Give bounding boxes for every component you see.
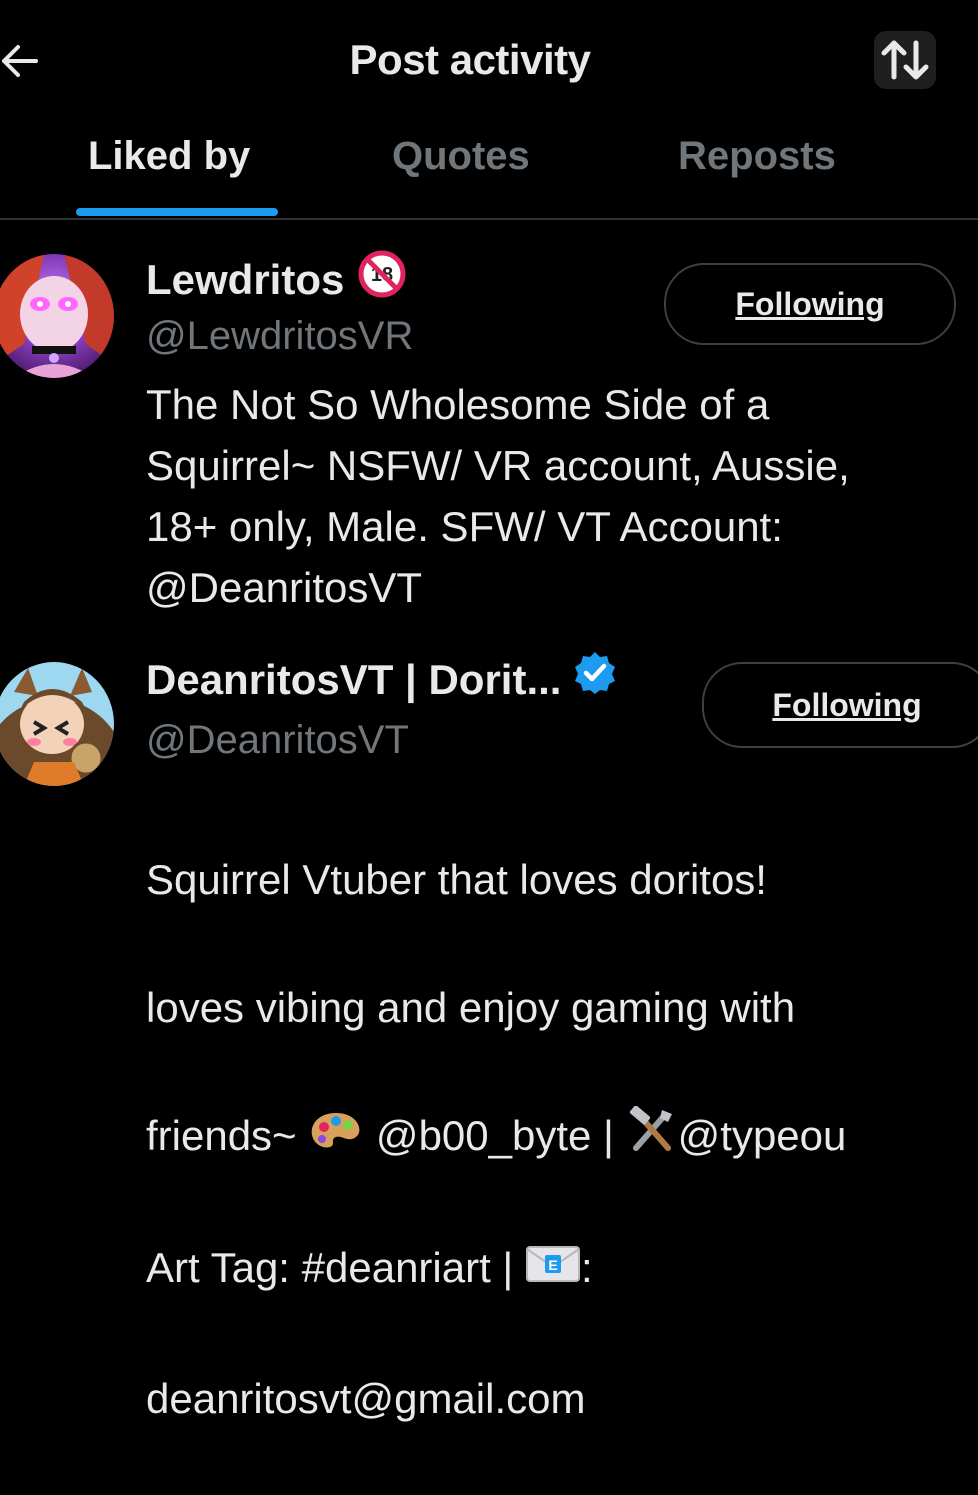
tab-liked-by[interactable]: Liked by <box>88 134 250 179</box>
user-row-deanritosvt[interactable]: DeanritosVT | Dorit... @DeanritosVT Foll… <box>0 650 978 1422</box>
avatar[interactable] <box>0 662 114 786</box>
activity-tabs: Liked by Quotes Reposts <box>0 120 978 220</box>
no-under-18-icon: 18 <box>358 250 406 308</box>
bio-text: Art Tag: #deanriart | <box>146 1243 526 1291</box>
display-name-text: Lewdritos <box>146 256 345 304</box>
user-row-lewdritos[interactable]: Lewdritos 18 @LewdritosVR Following The … <box>0 248 978 618</box>
user-bio: Squirrel Vtuber that loves doritos! love… <box>146 784 976 1495</box>
user-bio: The Not So Wholesome Side of a Squirrel~… <box>146 381 850 611</box>
page-title: Post activity <box>349 36 591 83</box>
verified-checkmark-icon <box>573 650 617 704</box>
user-handle[interactable]: @LewdritosVR <box>146 314 413 359</box>
bio-line: friends~ @b00_byte | @typeou <box>146 1104 976 1172</box>
following-button[interactable]: Following <box>664 263 956 345</box>
display-name[interactable]: Lewdritos 18 <box>146 250 406 312</box>
following-button[interactable]: Following <box>702 662 978 748</box>
bio-line: deanritosvt@gmail.com <box>146 1374 586 1422</box>
avatar-image <box>0 254 114 378</box>
envelope-icon: E <box>525 1239 581 1303</box>
mention-link[interactable]: @b00_byte | <box>364 1112 625 1159</box>
bio-text: friends~ <box>146 1112 309 1159</box>
avatar[interactable] <box>0 254 114 378</box>
mention-link[interactable]: @typeou <box>678 1112 847 1159</box>
tab-quotes[interactable]: Quotes <box>392 134 530 179</box>
display-name[interactable]: DeanritosVT | Dorit... <box>146 652 617 710</box>
top-bar: Post activity <box>0 0 978 120</box>
bio-line: Squirrel Vtuber that loves doritos! <box>146 856 767 903</box>
sort-arrows-icon <box>881 40 929 80</box>
bio-line: Art Tag: #deanriart | E : <box>146 1236 976 1303</box>
artist-palette-icon <box>308 1107 364 1171</box>
sort-button[interactable] <box>874 31 936 89</box>
bio-line: loves vibing and enjoy gaming with <box>146 984 796 1031</box>
active-tab-indicator <box>76 208 278 216</box>
svg-text:E: E <box>548 1257 557 1273</box>
user-handle[interactable]: @DeanritosVT <box>146 718 409 763</box>
avatar-image <box>0 662 114 786</box>
bio-text: : <box>581 1243 593 1291</box>
tab-reposts[interactable]: Reposts <box>678 134 836 179</box>
display-name-text: DeanritosVT | Dorit... <box>146 656 562 704</box>
hammer-and-wrench-icon <box>626 1105 678 1172</box>
